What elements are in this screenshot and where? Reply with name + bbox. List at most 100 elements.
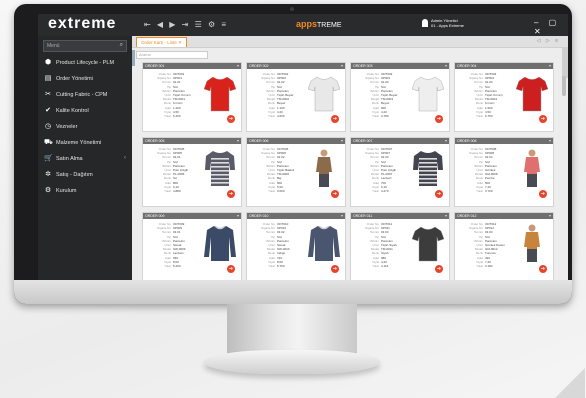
order-card[interactable]: ORDER 012 ▾ Order No ODT012 Sipariş No SP012 T… xyxy=(454,212,554,282)
product-image[interactable] xyxy=(515,73,549,113)
card-menu-icon[interactable]: ▾ xyxy=(341,213,343,219)
menu-search-input[interactable]: Menü ⌕ xyxy=(43,40,127,52)
open-order-icon[interactable]: ➔ xyxy=(331,115,339,123)
open-order-icon[interactable]: ➔ xyxy=(435,115,443,123)
sidebar-item[interactable]: ◷ Vezneler xyxy=(38,120,132,136)
open-order-icon[interactable]: ➔ xyxy=(331,265,339,273)
detail-key: Tutar xyxy=(268,263,275,268)
brand-main: apps xyxy=(296,19,318,29)
product-image[interactable] xyxy=(307,148,341,188)
sidebar-item[interactable]: ⛟ Malzeme Yönetimi xyxy=(38,136,132,152)
product-image[interactable] xyxy=(203,148,237,188)
product-image[interactable] xyxy=(411,148,445,188)
detail-row: Tutar 5.760 xyxy=(249,264,307,268)
gear-icon: ⚙ xyxy=(44,187,52,194)
open-order-icon[interactable]: ➔ xyxy=(331,190,339,198)
detail-row: Tutar 4.880 xyxy=(145,189,203,193)
open-order-icon[interactable]: ➔ xyxy=(227,190,235,198)
open-order-icon[interactable]: ➔ xyxy=(539,265,547,273)
product-image[interactable] xyxy=(307,223,341,263)
order-card[interactable]: ORDER 004 ▾ Order No ODT004 Sipariş No SP004 T… xyxy=(454,62,554,132)
sidebar-item[interactable]: 🛒 Satın Alma ‹ xyxy=(38,152,132,168)
card-menu-icon[interactable]: ▾ xyxy=(237,63,239,69)
product-image[interactable] xyxy=(203,223,237,263)
product-image[interactable] xyxy=(515,148,549,188)
order-card[interactable]: ORDER 009 ▾ Order No ODT009 Sipariş No SP009 T… xyxy=(142,212,242,282)
detail-value: 6.750 xyxy=(485,113,493,118)
filter-input[interactable]: Arama xyxy=(136,51,208,59)
monitor-stand-neck xyxy=(227,304,357,354)
open-order-icon[interactable]: ➔ xyxy=(227,115,235,123)
order-card[interactable]: ORDER 002 ▾ Order No ODT002 Sipariş No SP002 T… xyxy=(246,62,346,132)
product-image[interactable] xyxy=(411,223,445,263)
card-menu-icon[interactable]: ▾ xyxy=(549,138,551,144)
sidebar-item[interactable]: ⚙ Kurulum xyxy=(38,184,132,200)
order-card-details: Order No ODT004 Sipariş No SP004 Termin 01.04… xyxy=(457,72,515,118)
background-shape xyxy=(555,368,585,398)
order-card-details: Order No ODT009 Sipariş No SP009 Termin 03.01… xyxy=(145,222,203,268)
order-card[interactable]: ORDER 003 ▾ Order No ODT003 Sipariş No SP003 T… xyxy=(350,62,450,132)
sidebar-item[interactable]: ✂ Cutting Fabric - CPM xyxy=(38,88,132,104)
open-order-icon[interactable]: ➔ xyxy=(539,190,547,198)
order-card[interactable]: ORDER 010 ▾ Order No ODT010 Sipariş No SP010 T… xyxy=(246,212,346,282)
order-card[interactable]: ORDER 008 ▾ Order No ODT008 Sipariş No SP008 T… xyxy=(454,137,554,207)
card-menu-icon[interactable]: ▾ xyxy=(341,63,343,69)
order-card[interactable]: ORDER 007 ▾ Order No ODT007 Sipariş No SP007 T… xyxy=(350,137,450,207)
product-image[interactable] xyxy=(307,73,341,113)
cart-icon: 🛒 xyxy=(44,155,53,162)
sidebar-item-label: Kurulum xyxy=(56,188,77,194)
sidebar-item[interactable]: ⬢ Product Lifecycle - PLM xyxy=(38,56,132,72)
order-card[interactable]: ORDER 001 ▾ Order No ODT001 Sipariş No SP001 T… xyxy=(142,62,242,132)
card-menu-icon[interactable]: ▾ xyxy=(445,63,447,69)
app-logo: extreme xyxy=(48,15,117,32)
card-menu-icon[interactable]: ▾ xyxy=(445,213,447,219)
detail-key: Tutar xyxy=(164,263,171,268)
card-menu-icon[interactable]: ▾ xyxy=(445,138,447,144)
network-icon: ✲ xyxy=(45,171,51,178)
detail-value: 3.000 xyxy=(277,188,285,193)
order-card[interactable]: ORDER 011 ▾ Order No ODT011 Sipariş No SP011 T… xyxy=(350,212,450,282)
detail-row: Tutar 6.750 xyxy=(457,114,515,118)
card-menu-icon[interactable]: ▾ xyxy=(237,213,239,219)
product-image[interactable] xyxy=(411,73,445,113)
open-order-icon[interactable]: ➔ xyxy=(435,190,443,198)
order-card-title: ORDER 004 xyxy=(457,64,477,68)
sidebar-item[interactable]: ✔ Kalite Kontrol xyxy=(38,104,132,120)
card-menu-icon[interactable]: ▾ xyxy=(549,213,551,219)
user-info[interactable]: Admin Yönetici 01 - Apps Extreme xyxy=(431,18,464,28)
order-card-title: ORDER 003 xyxy=(353,64,373,68)
order-card-header: ORDER 001 ▾ xyxy=(143,63,241,69)
open-order-icon[interactable]: ➔ xyxy=(227,265,235,273)
chevron-icon[interactable]: ‹ xyxy=(124,155,126,161)
user-company: 01 - Apps Extreme xyxy=(431,23,464,28)
order-card-title: ORDER 012 xyxy=(457,214,477,218)
sidebar-item[interactable]: ✲ Satış - Dağıtım xyxy=(38,168,132,184)
order-card-header: ORDER 009 ▾ xyxy=(143,213,241,219)
card-menu-icon[interactable]: ▾ xyxy=(341,138,343,144)
detail-value: 4.270 xyxy=(381,188,389,193)
clock-icon: ◷ xyxy=(44,123,52,130)
user-icon[interactable] xyxy=(422,19,428,27)
order-card-header: ORDER 011 ▾ xyxy=(351,213,449,219)
window-controls[interactable]: – ▢ ✕ xyxy=(534,18,568,36)
order-card-details: Order No ODT003 Sipariş No SP003 Termin 01.03… xyxy=(353,72,411,118)
open-order-icon[interactable]: ➔ xyxy=(435,265,443,273)
order-card-details: Order No ODT001 Sipariş No SP001 Termin 01.01… xyxy=(145,72,203,118)
order-card[interactable]: ORDER 005 ▾ Order No ODT005 Sipariş No SP005 T… xyxy=(142,137,242,207)
vertical-scrollbar[interactable] xyxy=(562,76,566,96)
card-menu-icon[interactable]: ▾ xyxy=(549,63,551,69)
detail-row: Tutar 4.270 xyxy=(353,189,411,193)
tab-order-list[interactable]: Order Kartı - Liste ✕ xyxy=(136,37,187,47)
toolbar-icons[interactable]: ⇤ ◀ ▶ ⇥ ☰ ⚙ ≡ xyxy=(144,20,228,29)
card-menu-icon[interactable]: ▾ xyxy=(237,138,239,144)
sidebar-item[interactable]: ▤ Order Yönetimi xyxy=(38,72,132,88)
tab-controls[interactable]: ◁ ▷ ≡ xyxy=(537,38,560,44)
detail-key: Tutar xyxy=(164,113,171,118)
product-image[interactable] xyxy=(203,73,237,113)
right-panel-handle[interactable] xyxy=(562,48,568,78)
order-card[interactable]: ORDER 006 ▾ Order No ODT006 Sipariş No SP006 T… xyxy=(246,137,346,207)
open-order-icon[interactable]: ➔ xyxy=(539,115,547,123)
sidebar-item-label: Kalite Kontrol xyxy=(56,108,89,114)
search-icon[interactable]: ⌕ xyxy=(120,42,123,49)
product-image[interactable] xyxy=(515,223,549,263)
